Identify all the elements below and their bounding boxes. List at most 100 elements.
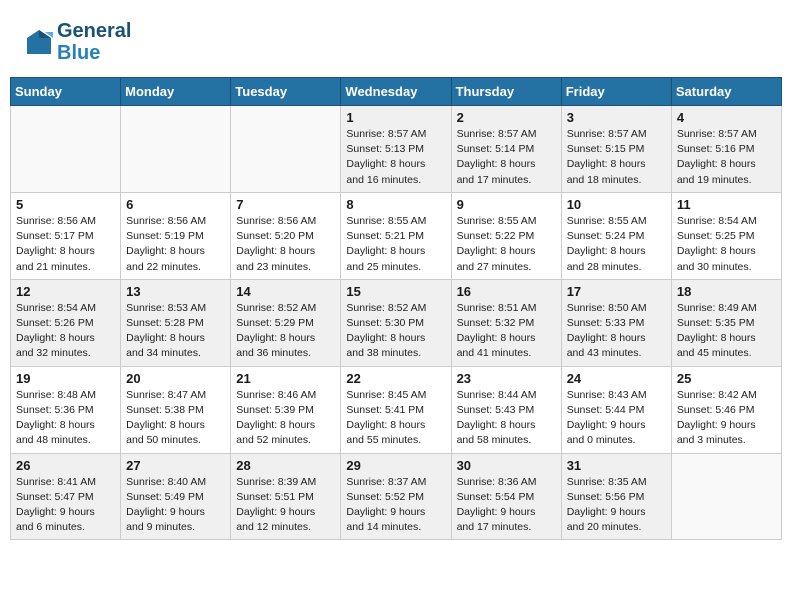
- calendar-header-row: SundayMondayTuesdayWednesdayThursdayFrid…: [11, 78, 782, 106]
- col-header-saturday: Saturday: [671, 78, 781, 106]
- calendar-week-row: 19 Sunrise: 8:48 AMSunset: 5:36 PMDayligh…: [11, 366, 782, 453]
- day-info: Sunrise: 8:54 AMSunset: 5:25 PMDaylight:…: [677, 214, 776, 275]
- day-number: 7: [236, 197, 335, 212]
- calendar-cell: [121, 106, 231, 193]
- day-info: Sunrise: 8:56 AMSunset: 5:19 PMDaylight:…: [126, 214, 225, 275]
- day-info: Sunrise: 8:57 AMSunset: 5:15 PMDaylight:…: [567, 127, 666, 188]
- col-header-thursday: Thursday: [451, 78, 561, 106]
- day-info: Sunrise: 8:55 AMSunset: 5:21 PMDaylight:…: [346, 214, 445, 275]
- day-info: Sunrise: 8:37 AMSunset: 5:52 PMDaylight:…: [346, 475, 445, 536]
- day-number: 2: [457, 110, 556, 125]
- calendar-cell: 13 Sunrise: 8:53 AMSunset: 5:28 PMDayligh…: [121, 279, 231, 366]
- calendar-table: SundayMondayTuesdayWednesdayThursdayFrid…: [10, 77, 782, 540]
- day-number: 26: [16, 458, 115, 473]
- day-number: 28: [236, 458, 335, 473]
- calendar-week-row: 1 Sunrise: 8:57 AMSunset: 5:13 PMDaylight…: [11, 106, 782, 193]
- calendar-cell: 18 Sunrise: 8:49 AMSunset: 5:35 PMDayligh…: [671, 279, 781, 366]
- calendar-cell: 10 Sunrise: 8:55 AMSunset: 5:24 PMDayligh…: [561, 192, 671, 279]
- day-info: Sunrise: 8:52 AMSunset: 5:30 PMDaylight:…: [346, 301, 445, 362]
- day-number: 13: [126, 284, 225, 299]
- day-number: 24: [567, 371, 666, 386]
- day-number: 17: [567, 284, 666, 299]
- day-number: 1: [346, 110, 445, 125]
- calendar-cell: 28 Sunrise: 8:39 AMSunset: 5:51 PMDayligh…: [231, 453, 341, 540]
- day-number: 16: [457, 284, 556, 299]
- day-number: 8: [346, 197, 445, 212]
- day-number: 15: [346, 284, 445, 299]
- calendar-week-row: 12 Sunrise: 8:54 AMSunset: 5:26 PMDayligh…: [11, 279, 782, 366]
- calendar-cell: 9Sunrise: 8:55 AMSunset: 5:22 PMDaylight…: [451, 192, 561, 279]
- day-info: Sunrise: 8:55 AMSunset: 5:24 PMDaylight:…: [567, 214, 666, 275]
- day-number: 21: [236, 371, 335, 386]
- calendar-cell: 30 Sunrise: 8:36 AMSunset: 5:54 PMDayligh…: [451, 453, 561, 540]
- calendar-cell: 6 Sunrise: 8:56 AMSunset: 5:19 PMDaylight…: [121, 192, 231, 279]
- calendar-week-row: 5 Sunrise: 8:56 AMSunset: 5:17 PMDaylight…: [11, 192, 782, 279]
- calendar-cell: 25 Sunrise: 8:42 AMSunset: 5:46 PMDayligh…: [671, 366, 781, 453]
- calendar-cell: 12 Sunrise: 8:54 AMSunset: 5:26 PMDayligh…: [11, 279, 121, 366]
- calendar-cell: 26Sunrise: 8:41 AMSunset: 5:47 PMDayligh…: [11, 453, 121, 540]
- calendar-cell: 2 Sunrise: 8:57 AMSunset: 5:14 PMDaylight…: [451, 106, 561, 193]
- day-number: 22: [346, 371, 445, 386]
- day-number: 27: [126, 458, 225, 473]
- day-info: Sunrise: 8:43 AMSunset: 5:44 PMDaylight:…: [567, 388, 666, 449]
- calendar-cell: 31Sunrise: 8:35 AMSunset: 5:56 PMDayligh…: [561, 453, 671, 540]
- day-number: 6: [126, 197, 225, 212]
- day-number: 10: [567, 197, 666, 212]
- day-info: Sunrise: 8:57 AMSunset: 5:16 PMDaylight:…: [677, 127, 776, 188]
- col-header-tuesday: Tuesday: [231, 78, 341, 106]
- col-header-friday: Friday: [561, 78, 671, 106]
- day-number: 9: [457, 197, 556, 212]
- calendar-cell: [11, 106, 121, 193]
- day-info: Sunrise: 8:39 AMSunset: 5:51 PMDaylight:…: [236, 475, 335, 536]
- calendar-cell: 7 Sunrise: 8:56 AMSunset: 5:20 PMDaylight…: [231, 192, 341, 279]
- logo-line1: General: [57, 20, 131, 42]
- calendar-week-row: 26Sunrise: 8:41 AMSunset: 5:47 PMDayligh…: [11, 453, 782, 540]
- day-info: Sunrise: 8:56 AMSunset: 5:20 PMDaylight:…: [236, 214, 335, 275]
- calendar-cell: 15 Sunrise: 8:52 AMSunset: 5:30 PMDayligh…: [341, 279, 451, 366]
- day-number: 23: [457, 371, 556, 386]
- calendar-cell: 24 Sunrise: 8:43 AMSunset: 5:44 PMDayligh…: [561, 366, 671, 453]
- day-number: 18: [677, 284, 776, 299]
- calendar-cell: 23Sunrise: 8:44 AMSunset: 5:43 PMDayligh…: [451, 366, 561, 453]
- calendar-cell: 20 Sunrise: 8:47 AMSunset: 5:38 PMDayligh…: [121, 366, 231, 453]
- calendar-cell: 17Sunrise: 8:50 AMSunset: 5:33 PMDayligh…: [561, 279, 671, 366]
- day-info: Sunrise: 8:57 AMSunset: 5:14 PMDaylight:…: [457, 127, 556, 188]
- day-number: 20: [126, 371, 225, 386]
- day-info: Sunrise: 8:48 AMSunset: 5:36 PMDaylight:…: [16, 388, 115, 449]
- logo-icon: [25, 28, 53, 56]
- day-number: 30: [457, 458, 556, 473]
- calendar-cell: 5 Sunrise: 8:56 AMSunset: 5:17 PMDaylight…: [11, 192, 121, 279]
- day-number: 25: [677, 371, 776, 386]
- page-header: General Blue: [10, 10, 782, 69]
- day-number: 3: [567, 110, 666, 125]
- day-info: Sunrise: 8:57 AMSunset: 5:13 PMDaylight:…: [346, 127, 445, 188]
- col-header-wednesday: Wednesday: [341, 78, 451, 106]
- day-info: Sunrise: 8:42 AMSunset: 5:46 PMDaylight:…: [677, 388, 776, 449]
- day-info: Sunrise: 8:53 AMSunset: 5:28 PMDaylight:…: [126, 301, 225, 362]
- day-info: Sunrise: 8:47 AMSunset: 5:38 PMDaylight:…: [126, 388, 225, 449]
- day-info: Sunrise: 8:49 AMSunset: 5:35 PMDaylight:…: [677, 301, 776, 362]
- day-number: 31: [567, 458, 666, 473]
- day-info: Sunrise: 8:56 AMSunset: 5:17 PMDaylight:…: [16, 214, 115, 275]
- day-info: Sunrise: 8:46 AMSunset: 5:39 PMDaylight:…: [236, 388, 335, 449]
- day-number: 4: [677, 110, 776, 125]
- day-info: Sunrise: 8:40 AMSunset: 5:49 PMDaylight:…: [126, 475, 225, 536]
- day-info: Sunrise: 8:52 AMSunset: 5:29 PMDaylight:…: [236, 301, 335, 362]
- day-info: Sunrise: 8:36 AMSunset: 5:54 PMDaylight:…: [457, 475, 556, 536]
- calendar-cell: 16Sunrise: 8:51 AMSunset: 5:32 PMDayligh…: [451, 279, 561, 366]
- col-header-sunday: Sunday: [11, 78, 121, 106]
- calendar-cell: [671, 453, 781, 540]
- day-number: 5: [16, 197, 115, 212]
- calendar-cell: 21 Sunrise: 8:46 AMSunset: 5:39 PMDayligh…: [231, 366, 341, 453]
- calendar-cell: 1 Sunrise: 8:57 AMSunset: 5:13 PMDaylight…: [341, 106, 451, 193]
- calendar-cell: 14Sunrise: 8:52 AMSunset: 5:29 PMDayligh…: [231, 279, 341, 366]
- calendar-cell: 3 Sunrise: 8:57 AMSunset: 5:15 PMDaylight…: [561, 106, 671, 193]
- calendar-cell: [231, 106, 341, 193]
- calendar-cell: 4 Sunrise: 8:57 AMSunset: 5:16 PMDaylight…: [671, 106, 781, 193]
- day-info: Sunrise: 8:54 AMSunset: 5:26 PMDaylight:…: [16, 301, 115, 362]
- calendar-cell: 27 Sunrise: 8:40 AMSunset: 5:49 PMDayligh…: [121, 453, 231, 540]
- calendar-cell: 29Sunrise: 8:37 AMSunset: 5:52 PMDayligh…: [341, 453, 451, 540]
- day-number: 12: [16, 284, 115, 299]
- day-number: 19: [16, 371, 115, 386]
- col-header-monday: Monday: [121, 78, 231, 106]
